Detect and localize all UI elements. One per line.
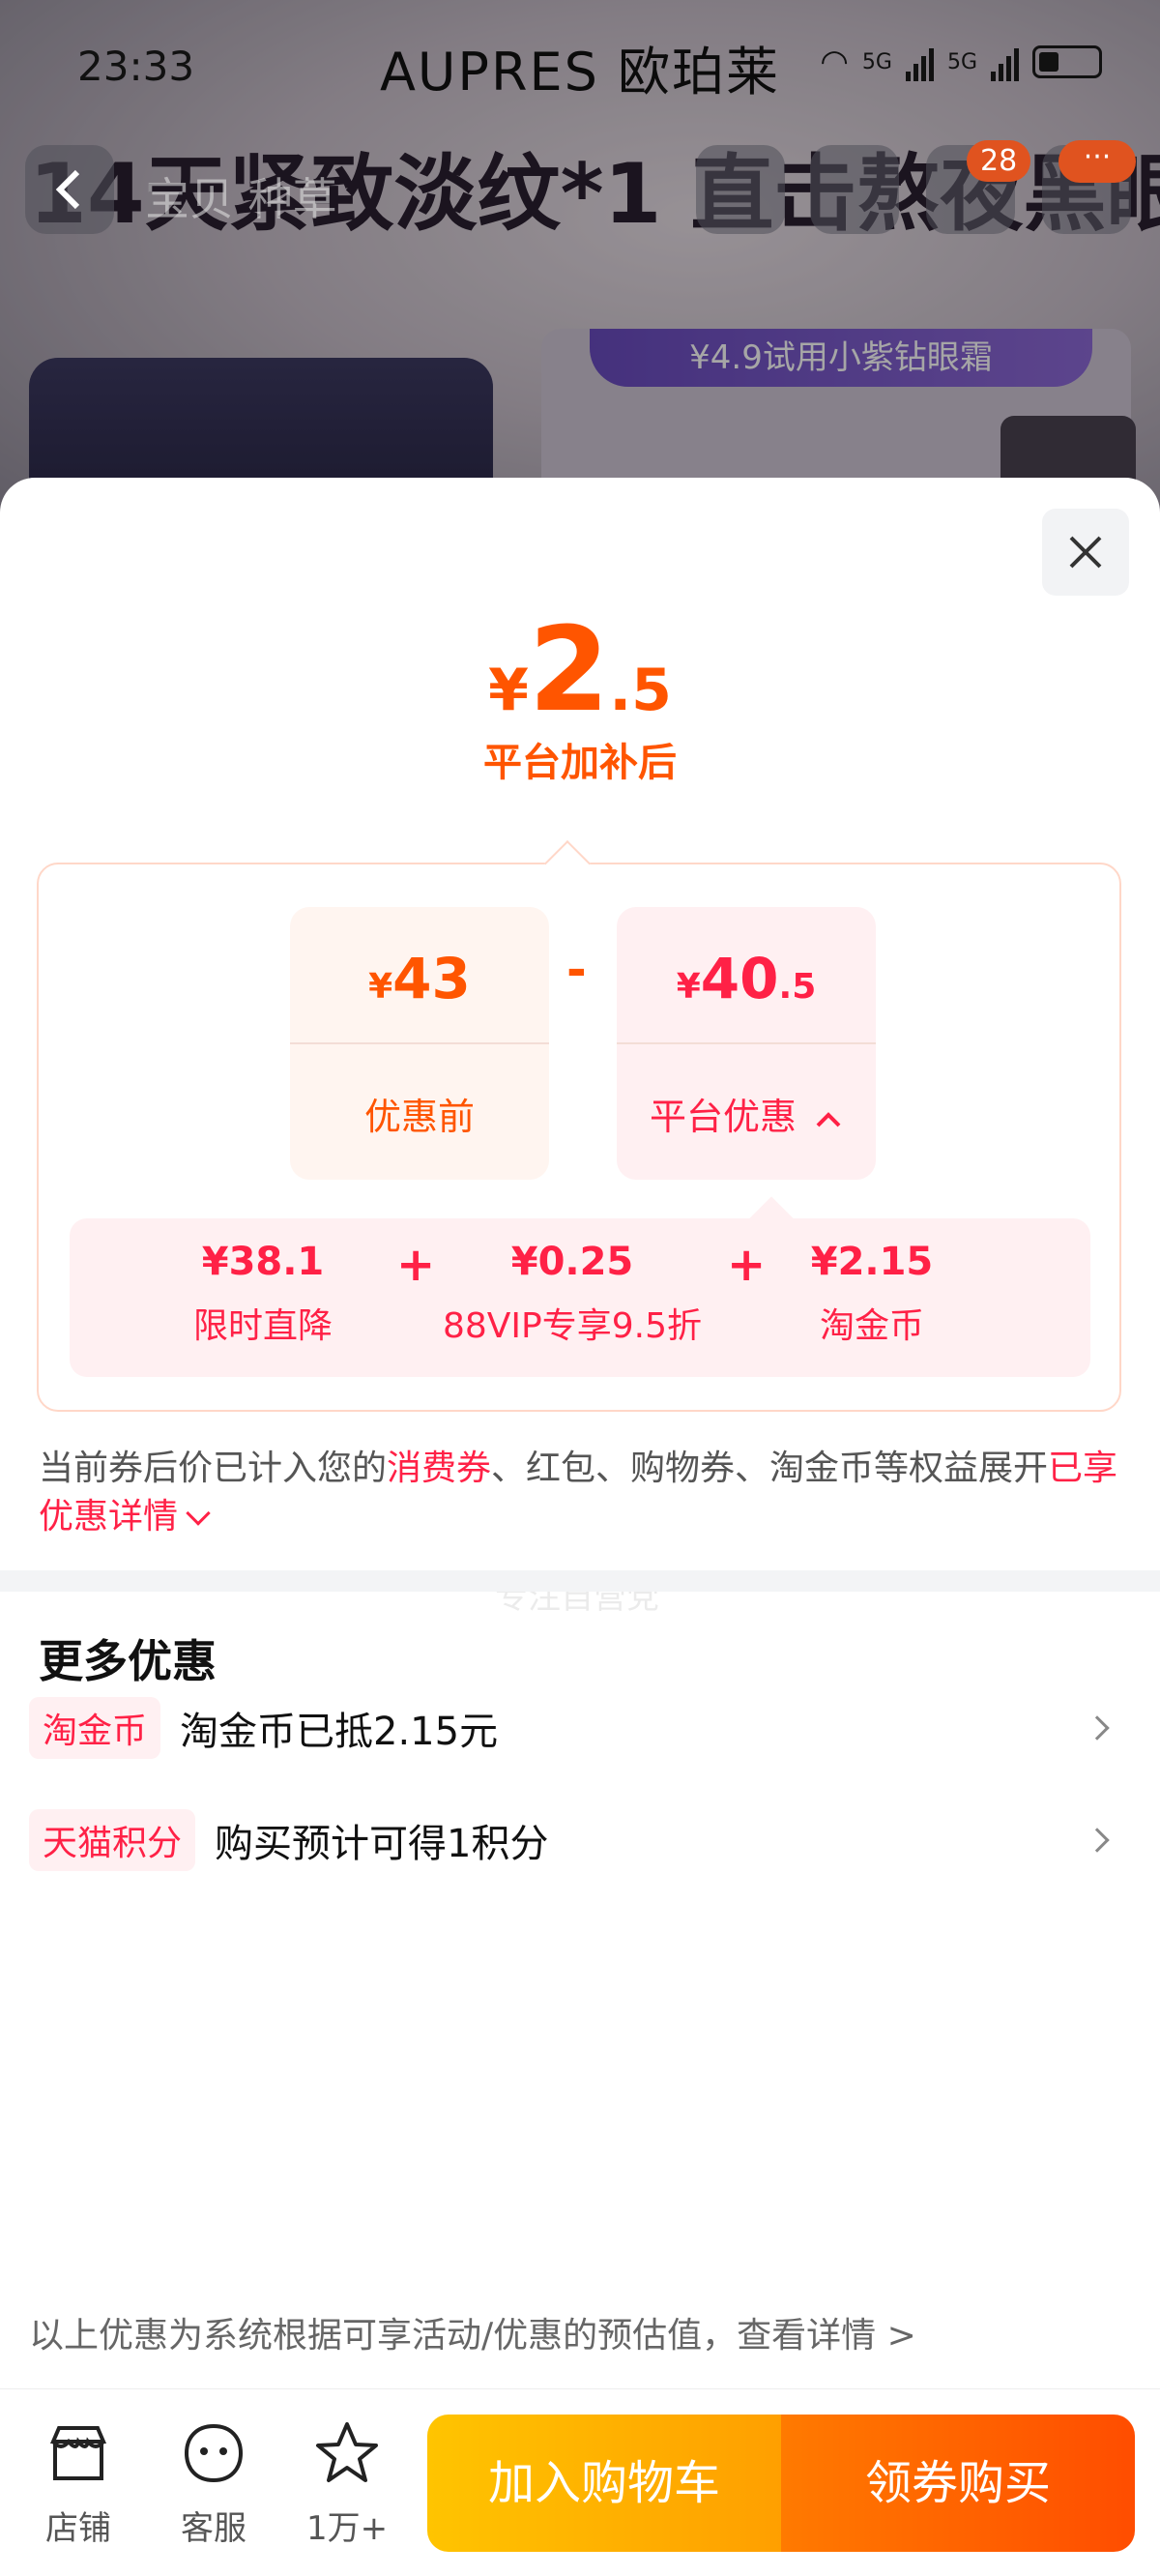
- section-divider: [0, 1570, 1160, 1592]
- chevron-right-icon: [1085, 1715, 1110, 1741]
- battery-icon: [1032, 45, 1102, 78]
- store-icon: [49, 2426, 107, 2480]
- status-icons: ◠ 5G 5G: [820, 43, 1102, 81]
- discount-note: 当前券后价已计入您的消费券、红包、购物券、淘金币等权益展开已享优惠详情: [39, 1445, 1121, 1541]
- discount-integer: 40: [700, 946, 779, 1011]
- offer-tag: 天猫积分: [29, 1809, 196, 1871]
- plus-operator: +: [727, 1238, 767, 1292]
- search-button[interactable]: [696, 145, 785, 234]
- offer-text: 淘金币已抵2.15元: [180, 1710, 499, 1754]
- signal-icon: [905, 43, 934, 81]
- platform-discount-card[interactable]: ¥40.5 平台优惠: [617, 907, 876, 1180]
- final-price-decimal: .5: [609, 657, 672, 724]
- discount-currency: ¥: [676, 967, 701, 1007]
- chevron-right-icon: [1085, 1828, 1110, 1853]
- wifi-icon: ◠: [820, 43, 849, 81]
- original-currency: ¥: [368, 967, 393, 1007]
- service-label: 客服: [181, 2509, 246, 2548]
- breakdown-value: ¥38.1: [201, 1240, 325, 1284]
- final-price-currency: ¥: [488, 657, 529, 724]
- buy-with-coupon-button[interactable]: 领券购买: [781, 2415, 1135, 2552]
- discount-sheet: ¥2.5 平台加补后 ¥43 优惠前 - ¥40.5 平台优惠 专注自营党 ¥3…: [0, 478, 1160, 2386]
- network-label-2: 5G: [946, 49, 977, 74]
- chat-face-icon: [184, 2423, 244, 2483]
- offer-tag: 淘金币: [29, 1697, 161, 1759]
- original-price-card: ¥43 优惠前: [290, 907, 549, 1180]
- network-label: 5G: [861, 49, 892, 74]
- shop-button[interactable]: 店铺: [25, 2418, 131, 2549]
- bottom-action-bar: 店铺 客服 1万+ 加入购物车 领券购买: [0, 2388, 1160, 2576]
- original-label: 优惠前: [363, 1096, 475, 1138]
- discount-breakdown: 专注自营党 ¥38.1 限时直降 + ¥0.25 88VIP专享9.5折 + ¥…: [70, 1196, 1090, 1617]
- note-middle: 、红包、购物券、淘金币等权益展开: [491, 1449, 1049, 1488]
- breakdown-value: ¥0.25: [510, 1240, 634, 1284]
- breakdown-item: ¥2.15 淘金币: [766, 1240, 978, 1348]
- plus-operator: +: [396, 1238, 436, 1292]
- final-price-label: 平台加补后: [483, 741, 677, 785]
- breakdown-caret: [749, 1196, 794, 1241]
- note-prefix: 当前券后价已计入您的: [39, 1449, 388, 1488]
- add-to-cart-button[interactable]: 加入购物车: [427, 2415, 781, 2552]
- more-offers-title: 更多优惠: [39, 1635, 217, 1687]
- status-time: 23:33: [77, 43, 195, 90]
- calc-caret: [543, 839, 592, 888]
- note-highlight[interactable]: 消费券: [387, 1449, 491, 1488]
- breakdown-label: 限时直降: [192, 1306, 333, 1346]
- breakdown-label: 88VIP专享9.5折: [442, 1306, 702, 1346]
- chevron-up-icon: [816, 1112, 841, 1127]
- share-button[interactable]: [810, 145, 899, 234]
- close-icon: [1069, 536, 1102, 569]
- breakdown-item: ¥38.1 限时直降: [166, 1240, 360, 1348]
- discount-decimal: .5: [778, 967, 817, 1007]
- offer-text: 购买预计可得1积分: [215, 1822, 549, 1866]
- final-price: ¥2.5: [0, 603, 1160, 738]
- product-page-background: AUPRES 欧珀莱 14天紧致淡纹*1 直击熬夜黑眼圈 ¥4.9试用小紫钻眼霜…: [0, 0, 1160, 542]
- favorite-button[interactable]: 1万+: [294, 2418, 400, 2549]
- star-icon: [316, 2422, 378, 2482]
- service-button[interactable]: 客服: [160, 2418, 267, 2549]
- more-badge: ···: [1058, 140, 1136, 183]
- close-button[interactable]: [1042, 509, 1129, 596]
- cart-badge: 28: [967, 140, 1031, 182]
- signal-icon-2: [991, 43, 1019, 81]
- shop-label: 店铺: [45, 2509, 111, 2548]
- chevron-down-icon[interactable]: [186, 1501, 211, 1526]
- price-calculation: ¥43 优惠前 - ¥40.5 平台优惠 专注自营党 ¥38.1 限时直降 + …: [37, 839, 1121, 1617]
- discount-label: 平台优惠: [649, 1096, 797, 1138]
- back-button[interactable]: [25, 145, 114, 234]
- list-item[interactable]: 淘金币 淘金币已抵2.15元: [29, 1694, 1131, 1762]
- minus-operator: -: [566, 942, 587, 998]
- favorite-count: 1万+: [305, 2509, 389, 2548]
- estimate-disclaimer-link[interactable]: 以上优惠为系统根据可享活动/优惠的预估值，查看详情 >: [29, 2307, 916, 2357]
- breakdown-value: ¥2.15: [810, 1240, 934, 1284]
- original-value: 43: [392, 946, 471, 1011]
- chevron-left-icon: [55, 169, 80, 210]
- breakdown-item: ¥0.25 88VIP专享9.5折: [437, 1240, 708, 1348]
- page-tabs[interactable]: 宝贝 种草: [145, 164, 337, 228]
- list-item[interactable]: 天猫积分 购买预计可得1积分: [29, 1806, 1131, 1874]
- final-price-integer: 2: [528, 603, 610, 738]
- breakdown-label: 淘金币: [819, 1306, 924, 1346]
